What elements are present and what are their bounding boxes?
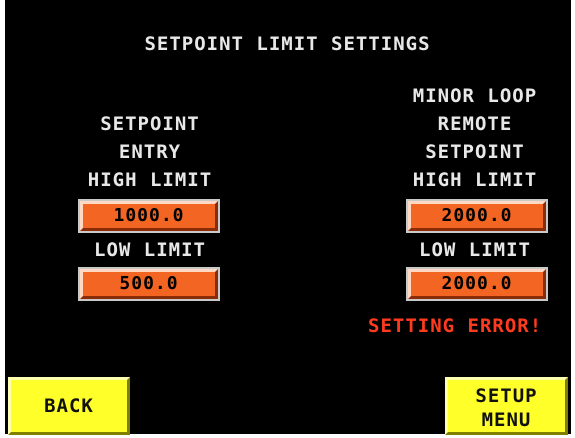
remote-setpoint-high-limit-label: HIGH LIMIT	[412, 169, 538, 191]
remote-setpoint-label-line1: MINOR LOOP	[412, 85, 538, 107]
setting-error-message: SETTING ERROR!	[368, 315, 543, 337]
remote-setpoint-low-limit-field[interactable]: 2000.0	[406, 267, 548, 301]
bezel-right	[571, 0, 575, 438]
remote-setpoint-low-limit-label: LOW LIMIT	[419, 239, 531, 261]
remote-setpoint-high-limit-field[interactable]: 2000.0	[406, 199, 548, 233]
setpoint-entry-high-limit-label: HIGH LIMIT	[87, 169, 213, 191]
bezel-left	[0, 0, 5, 438]
setpoint-entry-label-line1: SETPOINT	[100, 113, 200, 135]
hmi-screen: SETPOINT LIMIT SETTINGS SETPOINT ENTRY H…	[0, 0, 575, 438]
setup-menu-button[interactable]: SETUP MENU	[445, 377, 568, 435]
setpoint-entry-low-limit-label: LOW LIMIT	[94, 239, 206, 261]
remote-setpoint-label-line2: REMOTE	[437, 113, 513, 135]
remote-setpoint-label-line3: SETPOINT	[425, 141, 525, 163]
setpoint-entry-low-limit-field[interactable]: 500.0	[78, 267, 220, 301]
setup-menu-label-line1: SETUP	[475, 385, 538, 407]
setup-menu-label-line2: MENU	[481, 409, 532, 431]
back-button[interactable]: BACK	[8, 377, 130, 435]
setpoint-entry-high-limit-field[interactable]: 1000.0	[78, 199, 220, 233]
setpoint-entry-label-line2: ENTRY	[118, 141, 182, 163]
page-title: SETPOINT LIMIT SETTINGS	[144, 33, 431, 55]
